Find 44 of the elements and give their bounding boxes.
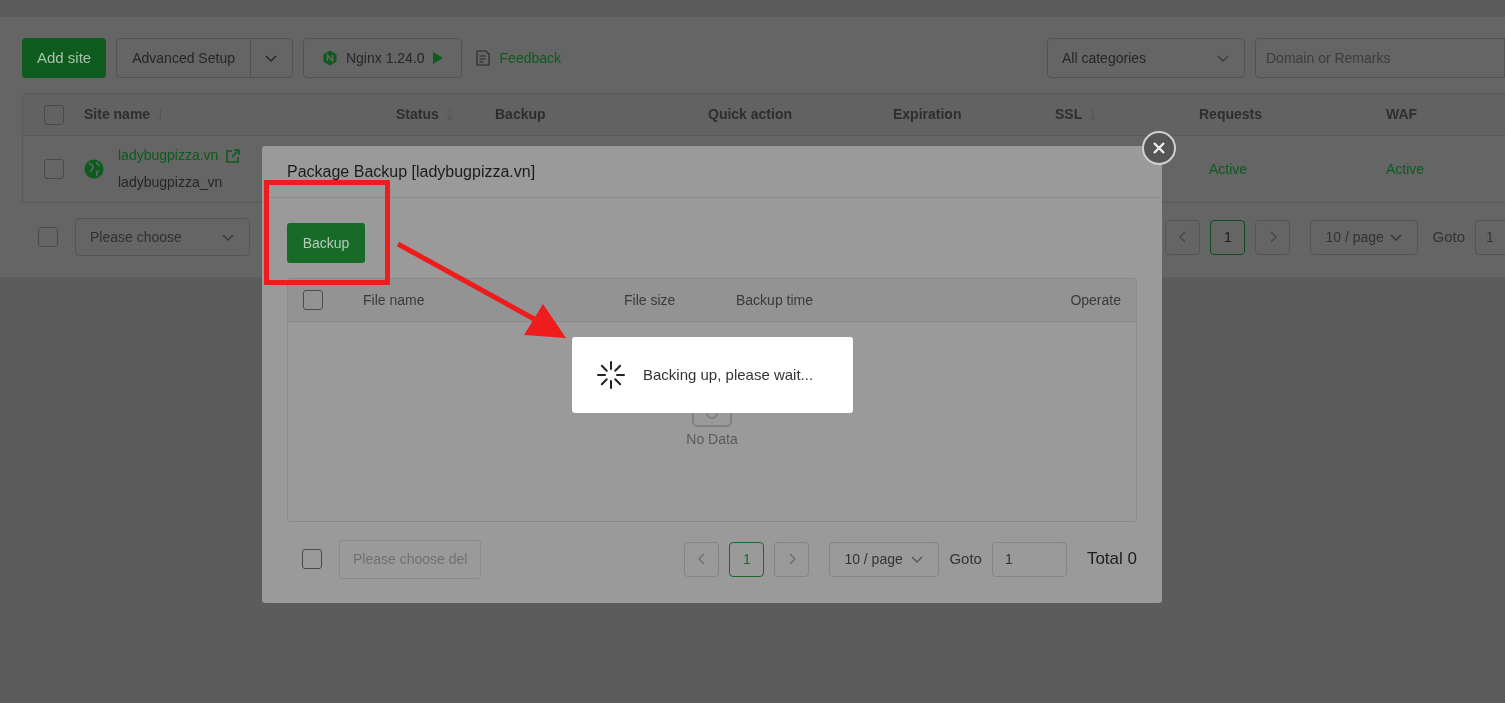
column-header: File name xyxy=(363,290,426,310)
page-button[interactable]: 1 xyxy=(729,541,765,577)
waf-status[interactable]: Active xyxy=(1386,160,1425,177)
checkbox[interactable] xyxy=(302,549,322,569)
empty-message: No Data xyxy=(686,430,738,449)
spinner-icon xyxy=(594,358,628,392)
requests-status[interactable]: Active xyxy=(1209,160,1248,177)
page-size-select[interactable]: 10 / page xyxy=(829,541,940,577)
goto-label: Goto xyxy=(949,548,982,569)
add-site-button[interactable]: Add site xyxy=(22,38,107,78)
chevron-right-icon xyxy=(787,553,796,565)
globe-icon xyxy=(84,159,104,179)
dialog-title: Package Backup [ladybugpizza.vn] xyxy=(287,161,536,182)
total-count: Total 0 xyxy=(1086,548,1137,571)
checkbox[interactable] xyxy=(43,104,64,125)
page-button[interactable]: 1 xyxy=(1210,219,1246,255)
previous-page-button[interactable] xyxy=(684,541,720,577)
loading-message: Backing up, please wait... xyxy=(643,364,814,385)
next-page-button[interactable] xyxy=(1255,219,1291,255)
column-header: Backup time xyxy=(736,290,815,310)
chevron-left-icon xyxy=(1178,231,1187,243)
external-link-icon xyxy=(226,148,241,163)
site-remark: ladybugpizza_vn xyxy=(118,173,224,192)
category-select[interactable]: All categories xyxy=(1047,38,1245,78)
nginx-button[interactable]: Nginx 1.24.0 xyxy=(302,38,462,78)
goto-field[interactable]: 1 xyxy=(991,541,1067,577)
empty-box-icon xyxy=(692,413,732,427)
chevron-left-icon xyxy=(697,553,706,565)
column-header: File size xyxy=(624,290,677,310)
advanced-setup-label: Advanced Setup xyxy=(131,48,236,68)
play-icon xyxy=(432,52,443,64)
backup-button[interactable]: Backup xyxy=(287,223,365,263)
chevron-right-icon xyxy=(1268,231,1277,243)
next-page-button[interactable] xyxy=(774,541,810,577)
previous-page-button[interactable] xyxy=(1165,219,1201,255)
column-header: Operate xyxy=(1070,290,1121,310)
checkbox[interactable] xyxy=(38,227,58,247)
site-link[interactable]: ladybugpizza.vn xyxy=(118,145,219,166)
checkbox[interactable] xyxy=(303,290,323,310)
feedback-link[interactable]: Feedback xyxy=(475,47,562,69)
advanced-setup-dropdown[interactable]: Advanced Setup xyxy=(116,38,293,78)
hexagon-icon xyxy=(321,50,338,66)
checkbox[interactable] xyxy=(43,159,64,179)
document-edit-icon xyxy=(475,50,490,66)
